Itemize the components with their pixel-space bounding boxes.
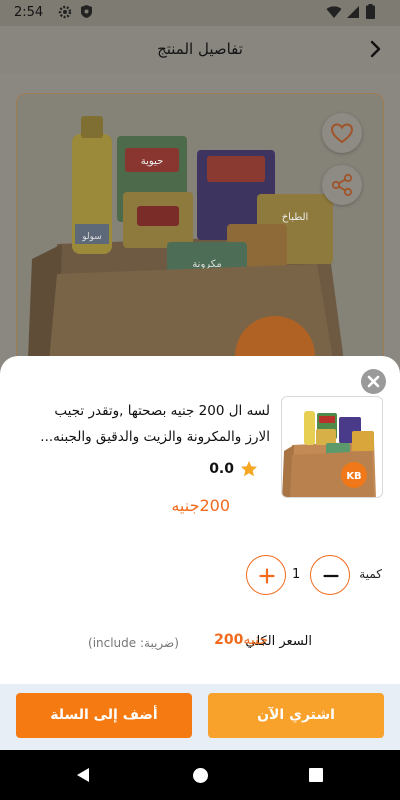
total-amount: 200 (214, 632, 244, 648)
total-currency: جنيه (243, 632, 268, 648)
settings-icon (58, 4, 72, 23)
wifi-icon (326, 4, 342, 23)
rating-value: 0.0 (209, 461, 234, 477)
brand-label: حيوية (141, 156, 164, 167)
quantity-label: كمية (359, 567, 382, 581)
close-icon (367, 375, 380, 388)
page-title: تفاصيل المنتج (157, 40, 243, 58)
nav-home-icon[interactable] (193, 768, 208, 783)
status-time: 2:54 (14, 5, 44, 20)
shield-icon (80, 4, 93, 23)
app-bar: تفاصيل المنتج (0, 26, 400, 74)
description-line: لسه ال 200 جنيه بصحتها ,وتقدر تجيب (54, 403, 270, 419)
description-line: الارز والمكرونة والزيت والدقيق والجبنه..… (40, 429, 270, 445)
star-icon (241, 461, 257, 477)
chevron-right-icon[interactable] (370, 40, 382, 62)
tax-note: (ضريبة: include) (88, 636, 179, 650)
quantity-value: 1 (292, 567, 301, 582)
signal-icon (346, 4, 360, 23)
brand-label: KB (346, 471, 361, 482)
nav-recents-icon[interactable] (309, 768, 323, 782)
share-icon (331, 173, 353, 197)
plus-icon (259, 568, 275, 584)
brand-label: الطباخ (282, 212, 309, 223)
minus-icon (323, 574, 339, 578)
product-description: لسه ال 200 جنيه بصحتها ,وتقدر تجيب الارز… (20, 398, 270, 450)
battery-icon (366, 4, 375, 23)
favorite-button[interactable] (322, 113, 362, 153)
quantity-decrease-button[interactable] (310, 555, 350, 595)
nav-back-icon[interactable] (76, 767, 90, 787)
product-price: 200جنيه (171, 496, 230, 515)
add-to-cart-button[interactable]: أضف إلى السلة (16, 693, 192, 738)
brand-label: سولو (81, 232, 102, 242)
buy-now-button[interactable]: اشتري الآن (208, 693, 384, 738)
status-bar: 2:54 (0, 0, 400, 26)
close-button[interactable] (361, 369, 386, 394)
product-thumbnail: KB (281, 396, 383, 498)
total-price: جنيه200 (214, 632, 268, 648)
product-rating: 0.0 (209, 460, 258, 478)
share-button[interactable] (322, 165, 362, 205)
heart-icon (330, 123, 354, 144)
quantity-increase-button[interactable] (246, 555, 286, 595)
